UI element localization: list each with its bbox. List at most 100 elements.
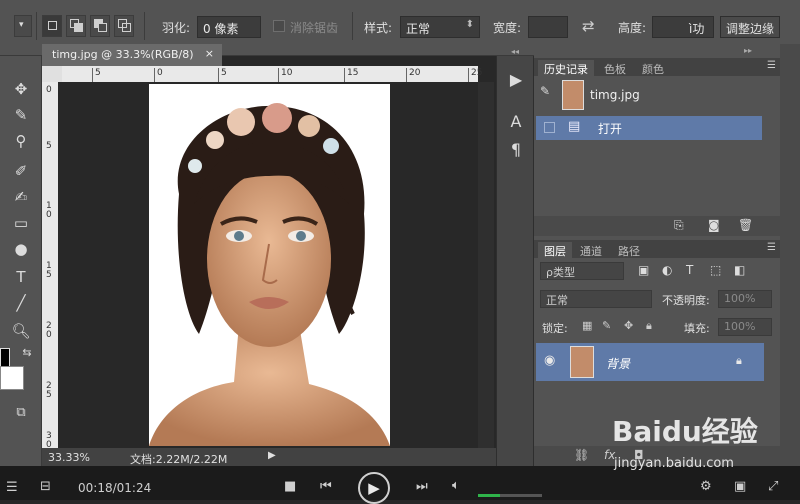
document-size-info: 文档:2.22M/2.22M	[130, 453, 228, 466]
line-tool-icon[interactable]: ╱	[8, 292, 34, 314]
tab-history[interactable]: 历史记录	[538, 60, 594, 76]
snapshot-label[interactable]: timg.jpg	[590, 88, 640, 102]
history-step-checkbox[interactable]	[544, 122, 555, 133]
playlist-icon[interactable]: ☰	[6, 480, 18, 495]
panel-menu-icon[interactable]: ☰	[767, 60, 776, 71]
history-brush-tool-icon[interactable]: ✍	[8, 186, 34, 208]
lock-image-icon[interactable]: ✎	[602, 319, 611, 332]
swap-dimensions-icon[interactable]: ⇄	[582, 17, 595, 35]
opacity-input[interactable]: 100%	[718, 290, 772, 308]
tab-paths[interactable]: 路径	[612, 242, 646, 258]
collapse-arrows-icon[interactable]: ◂◂	[511, 47, 519, 56]
history-brush-source-icon[interactable]: ✎	[540, 84, 554, 98]
collapsed-panel-dock: ◂◂ ▶ A ¶	[496, 47, 534, 466]
status-menu-arrow-icon[interactable]: ▶	[268, 450, 276, 461]
tab-layers[interactable]: 图层	[538, 242, 572, 258]
volume-icon[interactable]: 🔈︎	[452, 478, 460, 493]
eraser-tool-icon[interactable]: ▭	[8, 212, 34, 234]
ruler-tick-label: 2 5	[46, 381, 52, 400]
layer-row-background[interactable]: ◉ 背景 🔒︎	[536, 343, 764, 381]
subtitle-icon[interactable]: ⊟	[40, 479, 51, 494]
volume-slider-fill	[478, 494, 501, 497]
fullscreen-icon[interactable]: ⤢	[768, 479, 778, 494]
lock-position-icon[interactable]: ✥	[624, 319, 633, 332]
type-filter-icon[interactable]: T	[686, 263, 693, 277]
panel-menu-icon[interactable]: ☰	[767, 242, 776, 253]
visibility-eye-icon[interactable]: ◉	[544, 353, 555, 368]
refine-edge-button[interactable]: 调整边缘	[720, 16, 780, 38]
style-select[interactable]: 正常 ⬍	[400, 16, 480, 38]
smart-object-filter-icon[interactable]: ◧	[734, 263, 745, 277]
portrait-photo	[149, 84, 390, 446]
tool-preset-picker[interactable]: ▾	[14, 15, 32, 37]
fill-input[interactable]: 100%	[718, 318, 772, 336]
previous-icon[interactable]: ⏮︎	[320, 479, 332, 494]
tab-color[interactable]: 颜色	[636, 60, 670, 76]
watermark-url: jingyan.baidu.com	[614, 456, 734, 471]
vertical-scrollbar[interactable]	[478, 82, 494, 448]
close-tab-icon[interactable]: ×	[205, 47, 214, 60]
screen-mode-icon[interactable]: ⧉	[8, 402, 34, 424]
next-icon[interactable]: ⏭︎	[416, 479, 428, 494]
type-tool-icon[interactable]: T	[8, 266, 34, 288]
image-filter-icon[interactable]: ▣	[638, 263, 649, 277]
time-display: 00:18/01:24	[78, 481, 152, 495]
stop-icon[interactable]: ■	[284, 479, 296, 494]
history-step-label: 打开	[598, 122, 623, 136]
width-input[interactable]	[528, 16, 568, 38]
height-input[interactable]: ì功	[652, 16, 714, 38]
eyedropper-tool-icon[interactable]: ⚲	[8, 130, 34, 152]
lock-label: 锁定:	[542, 322, 568, 335]
layer-name[interactable]: 背景	[606, 355, 630, 372]
tab-swatches[interactable]: 色板	[598, 60, 632, 76]
zoom-level[interactable]: 33.33%	[48, 451, 90, 464]
link-layers-icon[interactable]: ⛓︎	[574, 448, 589, 462]
document-tab[interactable]: timg.jpg @ 33.3%(RGB/8) ×	[42, 44, 222, 66]
paragraph-panel-icon[interactable]: ¶	[503, 138, 529, 162]
expand-arrows-icon[interactable]: ▸▸	[744, 46, 752, 55]
blur-tool-icon[interactable]: ●	[8, 238, 34, 260]
shape-filter-icon[interactable]: ⬚	[710, 263, 721, 277]
history-footer: ⎘ ◙ 🗑︎	[534, 216, 780, 236]
antialias-checkbox[interactable]	[273, 20, 285, 32]
character-panel-icon[interactable]: A	[503, 110, 529, 134]
brush-tool-icon[interactable]: ✐	[8, 160, 34, 182]
fill-label: 填充:	[684, 322, 710, 335]
move-tool-icon[interactable]: ✥	[8, 78, 34, 100]
right-scroll-strip[interactable]	[780, 44, 800, 466]
settings-icon[interactable]: ⚙︎	[700, 479, 712, 494]
add-to-selection-button[interactable]	[66, 15, 86, 37]
style-label: 样式:	[364, 21, 393, 35]
divider	[352, 12, 353, 40]
camera-icon[interactable]: ◙	[708, 218, 720, 232]
divider	[144, 12, 145, 40]
lock-all-icon[interactable]: 🔒︎	[646, 319, 652, 333]
lock-transparent-icon[interactable]: ▦	[582, 319, 592, 332]
history-step-row[interactable]: ▤ 打开	[536, 116, 762, 140]
new-selection-button[interactable]	[42, 15, 62, 37]
image-canvas[interactable]	[149, 84, 390, 446]
swap-colors-icon[interactable]: ⇆	[14, 342, 40, 364]
new-document-from-state-icon[interactable]: ⎘	[674, 218, 684, 233]
quick-selection-tool-icon[interactable]: ✎	[8, 104, 34, 126]
tool-preset-partial[interactable]	[0, 15, 10, 37]
subtract-from-selection-button[interactable]	[90, 15, 110, 37]
mini-mode-icon[interactable]: ▣	[734, 479, 746, 494]
play-action-icon[interactable]: ▶	[503, 68, 529, 92]
adjustment-filter-icon[interactable]: ◐	[662, 263, 672, 277]
blend-mode-select[interactable]: 正常	[540, 290, 652, 308]
play-button[interactable]: ▶	[358, 472, 390, 504]
tab-channels[interactable]: 通道	[574, 242, 608, 258]
trash-icon[interactable]: 🗑︎	[738, 218, 753, 232]
zoom-tool-icon[interactable]: 🔍︎	[8, 320, 34, 342]
ruler-tick-label: 5	[92, 68, 101, 82]
tools-panel: ✥ ✎ ⚲ ✐ ✍ ▭ ● T ╱ 🔍︎ ⇆ ⧉	[0, 56, 42, 466]
snapshot-thumbnail	[562, 80, 584, 110]
layer-filter-select[interactable]: ρ类型	[540, 262, 624, 280]
intersect-selection-button[interactable]	[114, 15, 134, 37]
ruler-tick-label: 5	[218, 68, 227, 82]
feather-input[interactable]: 0 像素	[197, 16, 261, 38]
panels-column: ▸▸ 历史记录 色板 颜色 ☰ ✎ timg.jpg ▤ 打开 ⎘ ◙ 🗑︎ 图…	[534, 44, 780, 466]
ruler-tick-label: 25	[468, 68, 482, 82]
background-color-swatch[interactable]	[0, 366, 24, 390]
